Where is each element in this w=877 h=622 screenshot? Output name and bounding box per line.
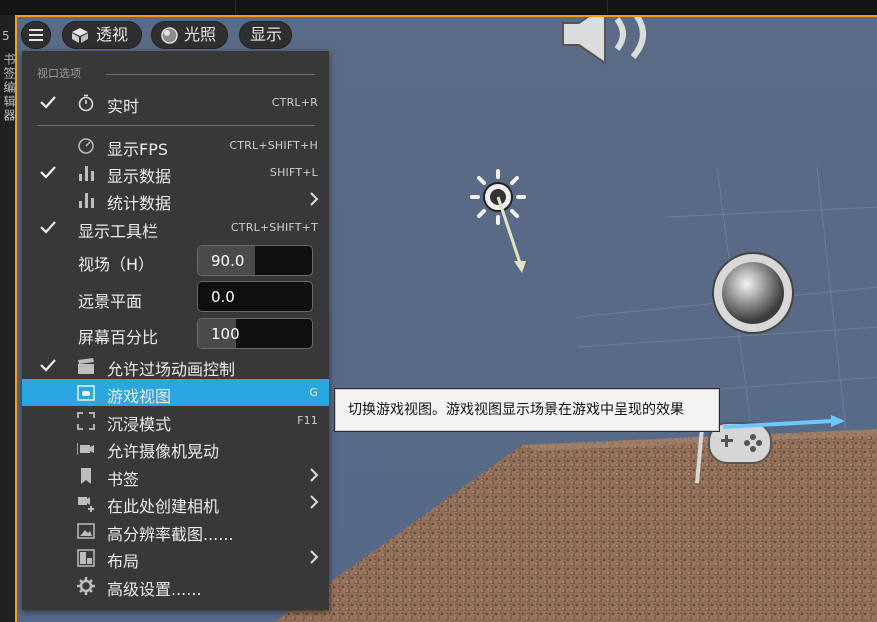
menu-item-high-res-screenshot[interactable]: 高分辨率截图......	[22, 517, 329, 544]
menu-item-label: 显示数据	[107, 167, 172, 186]
speedometer-icon	[78, 138, 94, 154]
menu-item-realtime[interactable]: 实时 CTRL+R	[22, 89, 329, 116]
clapperboard-icon	[78, 358, 94, 374]
fov-row: 视场（H） 90.0	[22, 244, 329, 278]
menu-item-show-fps[interactable]: 显示FPS CTRL+SHIFT+H	[22, 132, 329, 159]
audio-actor-icon[interactable]	[557, 15, 667, 75]
create-camera-icon	[78, 497, 94, 512]
screen-percentage-input[interactable]: 100	[197, 318, 313, 349]
fov-value: 90.0	[211, 252, 245, 270]
viewport-options-menu: 视口选项 实时 CTRL+R 显示FPS CTRL+SHIFT+H 显示数据 S…	[22, 51, 329, 610]
sphere-reflection-icon[interactable]	[709, 247, 799, 337]
menu-item-shortcut: CTRL+SHIFT+H	[229, 139, 318, 152]
screen-percentage-value: 100	[211, 325, 240, 343]
menu-item-label: 在此处创建相机	[107, 497, 220, 516]
game-view-icon	[77, 385, 95, 401]
menu-divider	[37, 125, 315, 126]
menu-item-advanced-settings[interactable]: 高级设置......	[22, 572, 329, 599]
chevron-right-icon	[310, 550, 319, 564]
menu-item-show-stats[interactable]: 显示数据 SHIFT+L	[22, 159, 329, 186]
checkmark-icon	[40, 166, 56, 179]
hamburger-menu-icon	[29, 29, 43, 41]
menu-item-label: 显示FPS	[107, 140, 169, 159]
menu-item-layouts[interactable]: 布局	[22, 544, 329, 571]
far-plane-label: 远景平面	[78, 292, 143, 311]
player-start-icon[interactable]	[693, 397, 877, 487]
screen-percentage-row: 屏幕百分比 100	[22, 318, 329, 352]
fov-input[interactable]: 90.0	[197, 245, 313, 276]
perspective-label: 透视	[96, 25, 129, 44]
menu-item-label: 沉浸模式	[107, 415, 172, 434]
camera-shake-icon	[77, 443, 94, 455]
chevron-right-icon	[310, 192, 319, 206]
gear-icon	[77, 577, 95, 595]
menu-item-label: 允许摄像机晃动	[107, 442, 220, 461]
top-bar-divider	[607, 0, 608, 14]
show-label: 显示	[250, 25, 283, 44]
top-bar-divider	[235, 0, 236, 14]
menu-item-allow-camera-shake[interactable]: 允许摄像机晃动	[22, 434, 329, 461]
menu-item-label: 高分辨率截图......	[107, 525, 234, 544]
bookmark-editor-tab[interactable]: 5 书签编辑器	[0, 15, 16, 622]
menu-item-shortcut: SHIFT+L	[269, 166, 318, 179]
menu-item-label: 允许过场动画控制	[107, 360, 236, 379]
checkmark-icon	[40, 359, 56, 372]
far-plane-value: 0.0	[211, 288, 235, 306]
fullscreen-icon	[77, 412, 95, 430]
menu-item-shortcut: G	[309, 386, 318, 399]
lighting-label: 光照	[184, 25, 217, 44]
menu-item-shortcut: CTRL+R	[271, 96, 318, 109]
menu-item-allow-cinematic-control[interactable]: 允许过场动画控制	[22, 352, 329, 379]
game-view-tooltip: 切换游戏视图。游戏视图显示场景在游戏中呈现的效果	[334, 388, 720, 432]
viewport-options-menu-button[interactable]	[21, 21, 51, 49]
menu-item-create-camera-here[interactable]: 在此处创建相机	[22, 489, 329, 516]
menu-item-shortcut: F11	[297, 414, 318, 427]
screenshot-icon	[77, 523, 95, 539]
layout-icon	[77, 549, 95, 567]
cube-icon	[72, 28, 88, 43]
menu-item-label: 实时	[107, 97, 140, 116]
checkmark-icon	[40, 221, 56, 234]
menu-item-show-toolbar[interactable]: 显示工具栏 CTRL+SHIFT+T	[22, 214, 329, 241]
perspective-view-button[interactable]: 透视	[62, 21, 142, 49]
bar-chart-icon	[79, 193, 94, 208]
menu-item-immersive-mode[interactable]: 沉浸模式 F11	[22, 407, 329, 434]
menu-item-label: 高级设置......	[107, 580, 202, 599]
menu-item-label: 游戏视图	[107, 387, 172, 406]
stopwatch-icon	[78, 94, 94, 112]
lighting-mode-button[interactable]: 光照	[151, 21, 228, 49]
show-flags-button[interactable]: 显示	[239, 21, 292, 49]
chevron-right-icon	[310, 495, 319, 509]
menu-item-label: 统计数据	[107, 194, 172, 213]
menu-item-shortcut: CTRL+SHIFT+T	[230, 221, 318, 234]
menu-item-bookmarks[interactable]: 书签	[22, 462, 329, 489]
menu-section-header: 视口选项	[37, 67, 81, 80]
menu-item-game-view[interactable]: 游戏视图 G	[22, 379, 329, 406]
directional-light-icon[interactable]	[462, 167, 542, 277]
bookmark-icon	[81, 468, 91, 484]
menu-header-divider	[106, 74, 315, 75]
menu-item-stat[interactable]: 统计数据	[22, 186, 329, 213]
menu-item-label: 书签	[107, 470, 140, 489]
far-plane-input[interactable]: 0.0	[197, 281, 313, 312]
left-strip-number: 5	[2, 29, 10, 43]
checkmark-icon	[40, 96, 56, 109]
fov-label: 视场（H）	[78, 255, 155, 274]
menu-item-label: 显示工具栏	[78, 222, 159, 241]
menu-item-label: 布局	[107, 552, 140, 571]
top-bar	[0, 0, 877, 15]
sphere-lit-icon	[161, 27, 178, 44]
far-plane-row: 远景平面 0.0	[22, 281, 329, 315]
screen-percentage-label: 屏幕百分比	[78, 328, 159, 347]
bar-chart-icon	[79, 166, 94, 181]
chevron-right-icon	[310, 468, 319, 482]
